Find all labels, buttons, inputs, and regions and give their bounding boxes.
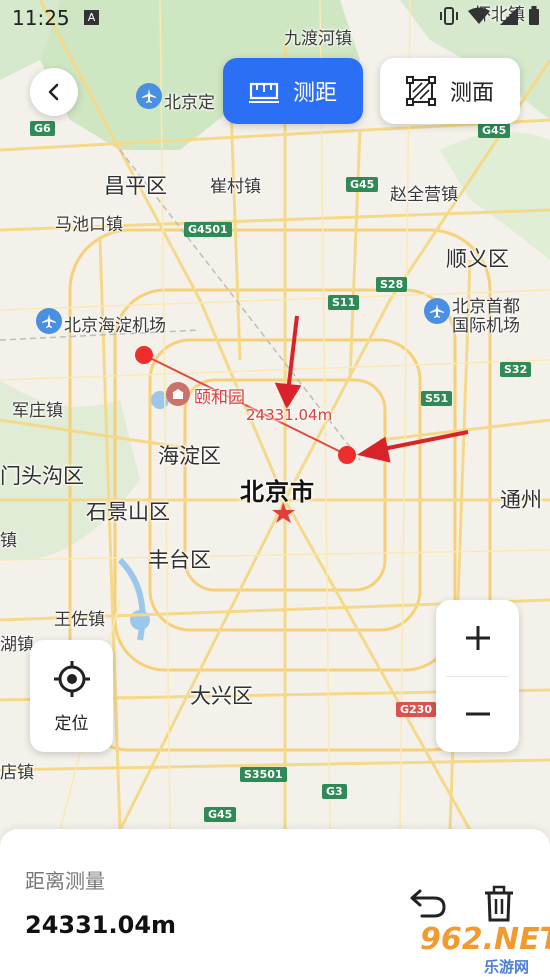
wifi-icon [468, 7, 490, 24]
back-button[interactable] [30, 68, 78, 116]
road-shield: S11 [328, 295, 360, 310]
road-shield: G45 [346, 177, 379, 192]
label-shijingshan: 石景山区 [86, 500, 170, 524]
locate-button[interactable]: 定位 [30, 640, 113, 752]
label-zhen-left: 镇 [0, 531, 17, 551]
label-yiheyuan: 颐和园 [194, 388, 245, 408]
road-shield: G230 [396, 702, 436, 717]
zoom-in-button[interactable] [436, 600, 519, 676]
label-wangzuo: 王佐镇 [54, 610, 105, 630]
label-hu-left: 湖镇 [0, 635, 34, 655]
label-fengtai: 丰台区 [148, 548, 211, 572]
tab-distance-label: 测距 [292, 81, 337, 106]
status-bar: 11:25 A [0, 0, 550, 38]
area-icon [405, 76, 436, 106]
label-haidian: 海淀区 [158, 444, 221, 468]
locate-label: 定位 [54, 713, 89, 734]
status-icons [440, 6, 540, 26]
label-dian: 店镇 [0, 763, 34, 783]
zoom-controls [436, 600, 519, 752]
road-shield: S51 [421, 391, 453, 406]
tab-distance[interactable]: 测距 [223, 58, 363, 124]
label-shunyi: 顺义区 [446, 247, 509, 271]
road-shield: G45 [478, 123, 511, 138]
label-mentougou: 门头沟区 [0, 464, 84, 488]
label-tongzhou: 通州 [500, 488, 542, 512]
label-haidian-airport: 北京海淀机场 [64, 316, 166, 336]
annotation-arrows [274, 315, 469, 463]
label-junzhuang: 军庄镇 [12, 401, 63, 421]
watermark-number: 962.NET [420, 922, 550, 957]
tab-area-label: 测面 [449, 81, 494, 106]
label-beijing-city: 北京市 [240, 478, 315, 506]
measure-point-start [135, 346, 153, 364]
road-shield: S28 [376, 277, 408, 292]
crosshair-icon [53, 660, 90, 697]
label-cuicun: 崔村镇 [210, 177, 261, 197]
label-capital-airport-2: 国际机场 [452, 316, 520, 336]
zoom-out-button[interactable] [436, 676, 519, 752]
measure-distance-label: 24331.04m [246, 406, 333, 424]
watermark-logo: 962.NET 乐游网 [420, 918, 550, 976]
minus-icon [465, 712, 490, 716]
tab-area[interactable]: 测面 [380, 58, 520, 124]
airport-icon [424, 298, 450, 324]
airport-icon [36, 308, 62, 334]
road-shield: G6 [30, 121, 55, 136]
notification-badge: A [84, 10, 99, 25]
watermark-text: 乐游网 [484, 958, 530, 976]
undo-icon [410, 889, 446, 918]
road-shield: S32 [500, 362, 532, 377]
label-daxing: 大兴区 [190, 684, 253, 708]
measure-point-end [338, 446, 356, 464]
label-beijing-fragment: 北京定 [164, 93, 215, 113]
airport-icon [136, 83, 162, 109]
signal-icon [500, 7, 518, 25]
label-changping: 昌平区 [104, 174, 167, 198]
battery-icon [529, 6, 539, 25]
road-shield: G4501 [184, 222, 232, 237]
landmark-icon [166, 382, 190, 406]
road-shield: G45 [204, 807, 237, 822]
road-shield: S3501 [240, 767, 287, 782]
distance-value: 24331.04m [25, 911, 177, 939]
plus-icon [465, 626, 490, 650]
label-machikou: 马池口镇 [55, 215, 123, 235]
status-time: 11:25 [12, 6, 70, 30]
vibrate-icon [440, 7, 458, 25]
chevron-left-icon [48, 83, 59, 101]
road-shield: G3 [322, 784, 347, 799]
label-zhaoquanying: 赵全营镇 [390, 185, 458, 205]
ruler-icon [248, 82, 279, 103]
panel-title: 距离测量 [25, 869, 105, 893]
